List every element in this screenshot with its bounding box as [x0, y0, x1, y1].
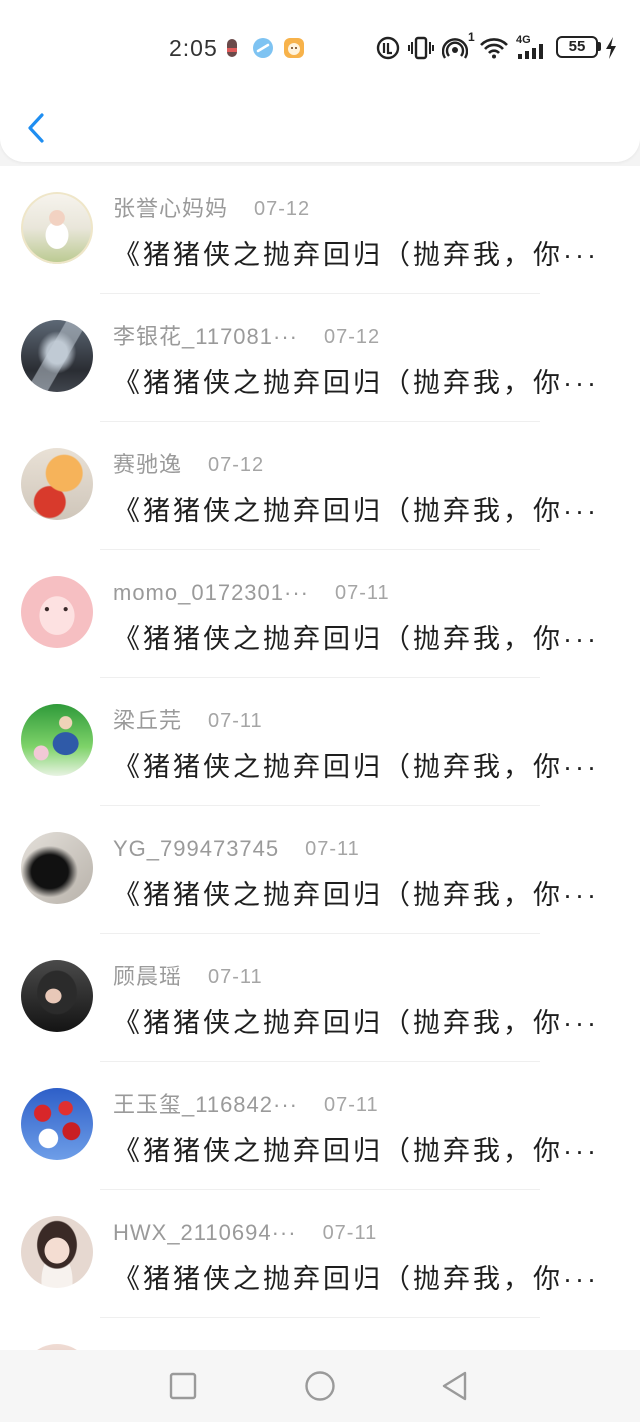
list-item[interactable]: HWX_2110694··· 07-11 《猪猪侠之抛弃回归（抛弃我，你··· — [0, 1190, 640, 1318]
avatar[interactable] — [21, 832, 93, 904]
battery-icon: 55 — [556, 36, 598, 58]
message-preview: 《猪猪侠之抛弃回归（抛弃我，你··· — [113, 880, 599, 910]
sender-name: 王玉玺_116842··· — [113, 1092, 298, 1117]
list-item[interactable]: 赛驰逸 07-12 《猪猪侠之抛弃回归（抛弃我，你··· — [0, 422, 640, 550]
hotspot-icon — [442, 38, 468, 59]
home-button[interactable] — [296, 1362, 344, 1410]
back-arrow-icon — [28, 113, 44, 143]
list-item[interactable]: 张誉心妈妈 07-12 《猪猪侠之抛弃回归（抛弃我，你··· — [0, 166, 640, 294]
vibrate-icon — [408, 36, 434, 60]
message-date: 07-11 — [305, 838, 360, 860]
back-button[interactable] — [16, 104, 56, 152]
hotspot-count: 1 — [468, 30, 475, 44]
avatar[interactable] — [21, 320, 93, 392]
status-time: 2:05 — [169, 35, 218, 61]
avatar[interactable] — [21, 1088, 93, 1160]
sender-name: HWX_2110694··· — [113, 1220, 297, 1245]
avatar[interactable] — [21, 960, 93, 1032]
sender-name: 梁丘芫 — [113, 708, 183, 733]
sender-name: 李银花_117081··· — [113, 324, 298, 349]
sender-name: momo_0172301··· — [113, 580, 309, 605]
list-item[interactable]: momo_0172301··· 07-11 《猪猪侠之抛弃回归（抛弃我，你··· — [0, 550, 640, 678]
battery-cap — [598, 42, 601, 51]
list-item[interactable]: 李银花_117081··· 07-12 《猪猪侠之抛弃回归（抛弃我，你··· — [0, 294, 640, 422]
wifi-icon — [480, 38, 508, 59]
message-list[interactable]: 张誉心妈妈 07-12 《猪猪侠之抛弃回归（抛弃我，你··· 李银花_117081… — [0, 166, 640, 1350]
recording-icon — [227, 39, 237, 57]
avatar[interactable] — [21, 576, 93, 648]
signal-icon — [518, 44, 543, 59]
list-item[interactable]: 梁丘芫 07-11 《猪猪侠之抛弃回归（抛弃我，你··· — [0, 678, 640, 806]
back-triangle-icon — [442, 1371, 467, 1401]
navigation-bar — [0, 1350, 640, 1422]
message-date: 07-11 — [208, 966, 263, 988]
list-item[interactable]: 王玉玺_116842··· 07-11 《猪猪侠之抛弃回归（抛弃我，你··· — [0, 1062, 640, 1190]
volte-icon — [376, 36, 400, 60]
status-bar: 2:05 1 4G 55 — [0, 0, 640, 96]
message-preview: 《猪猪侠之抛弃回归（抛弃我，你··· — [113, 240, 599, 270]
message-date: 07-12 — [324, 326, 381, 348]
avatar[interactable] — [21, 704, 93, 776]
list-item[interactable]: YG_799473745 07-11 《猪猪侠之抛弃回归（抛弃我，你··· — [0, 806, 640, 934]
charging-icon — [606, 37, 616, 59]
list-item[interactable]: 顾晨瑶 07-11 《猪猪侠之抛弃回归（抛弃我，你··· — [0, 934, 640, 1062]
message-preview: 《猪猪侠之抛弃回归（抛弃我，你··· — [113, 1008, 599, 1038]
message-preview: 《猪猪侠之抛弃回归（抛弃我，你··· — [113, 368, 599, 398]
avatar[interactable] — [21, 1216, 93, 1288]
recents-square-icon — [169, 1372, 197, 1400]
list-item-partial[interactable] — [0, 1318, 640, 1350]
message-date: 07-12 — [208, 454, 265, 476]
avatar[interactable] — [21, 192, 93, 264]
message-preview: 《猪猪侠之抛弃回归（抛弃我，你··· — [113, 1264, 599, 1294]
app-notification-icon — [284, 38, 304, 58]
message-date: 07-11 — [208, 710, 263, 732]
sender-name: YG_799473745 — [113, 836, 280, 861]
sender-name: 赛驰逸 — [113, 452, 183, 477]
message-date: 07-11 — [324, 1094, 379, 1116]
back-nav-button[interactable] — [431, 1362, 479, 1410]
message-preview: 《猪猪侠之抛弃回归（抛弃我，你··· — [113, 752, 599, 782]
message-date: 07-12 — [254, 198, 311, 220]
recents-button[interactable] — [159, 1362, 207, 1410]
sender-name: 张誉心妈妈 — [113, 196, 229, 221]
message-date: 07-11 — [334, 582, 390, 604]
message-preview: 《猪猪侠之抛弃回归（抛弃我，你··· — [113, 1136, 599, 1166]
message-preview: 《猪猪侠之抛弃回归（抛弃我，你··· — [113, 624, 599, 654]
avatar[interactable] — [21, 448, 93, 520]
sender-name: 顾晨瑶 — [113, 964, 183, 989]
app-notification-icon — [253, 38, 273, 58]
message-date: 07-11 — [322, 1222, 378, 1244]
message-preview: 《猪猪侠之抛弃回归（抛弃我，你··· — [113, 496, 599, 526]
battery-level: 55 — [568, 38, 586, 55]
home-circle-icon — [305, 1371, 335, 1401]
header: 2:05 1 4G 55 — [0, 0, 640, 162]
